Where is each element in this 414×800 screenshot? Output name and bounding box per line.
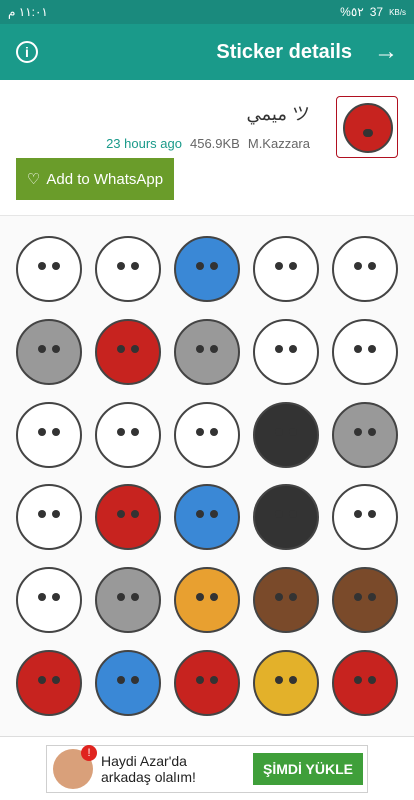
status-time: ١١:٠١ م [8,5,48,19]
sticker [252,566,319,633]
sticker-cell[interactable] [168,311,247,394]
page-title: Sticker details [216,40,352,63]
sticker-cell[interactable] [10,311,89,394]
status-bar: ١١:٠١ م %٥٢ 37 KB/s [0,0,414,24]
sticker-cell[interactable] [10,228,89,311]
sticker [95,484,162,551]
battery-percent: %٥٢ [340,5,364,19]
ad-badge: ! [81,745,97,761]
thumbnail-sticker [343,103,393,153]
sticker-cell[interactable] [246,476,325,559]
pack-name: ميمي ツ [246,104,311,124]
sticker-cell[interactable] [168,559,247,642]
sticker-grid [0,216,414,736]
sticker-cell[interactable] [89,476,168,559]
sticker-cell[interactable] [89,641,168,724]
install-button[interactable]: ŞİMDİ YÜKLE [253,753,363,785]
sticker-cell[interactable] [10,476,89,559]
sticker-cell[interactable] [325,228,404,311]
add-button-label: Add to WhatsApp [46,170,164,188]
sticker [331,236,398,303]
ad-avatar: ! [53,745,97,789]
sticker [252,649,319,716]
sticker-cell[interactable] [89,311,168,394]
sticker [95,649,162,716]
network-speed: 37 [369,5,384,19]
pack-size: 456.9KB [189,136,240,151]
ad-banner: ! Haydi Azar'da arkadaş olalım! ŞİMDİ YÜ… [0,736,414,800]
sticker-cell[interactable] [168,641,247,724]
sticker [16,401,83,468]
sticker [16,484,83,551]
heart-icon: ♡ [26,171,41,188]
sticker [252,401,319,468]
sticker-cell[interactable] [246,311,325,394]
sticker [173,236,240,303]
status-right: %٥٢ 37 KB/s [340,5,406,19]
add-to-whatsapp-button[interactable]: ♡ Add to WhatsApp [16,158,174,200]
pack-meta: 23 hours ago 456.9KB M.Kazzara [106,136,310,151]
network-unit: KB/s [389,7,406,17]
sticker [252,236,319,303]
sticker-cell[interactable] [10,393,89,476]
sticker-cell[interactable] [325,641,404,724]
sticker [95,236,162,303]
sticker-cell[interactable] [325,559,404,642]
sticker-cell[interactable] [168,476,247,559]
sticker [331,401,398,468]
sticker-cell[interactable] [325,311,404,394]
pack-author: M.Kazzara [247,136,310,151]
sticker-cell[interactable] [246,641,325,724]
sticker [16,649,83,716]
sticker [252,484,319,551]
sticker-cell[interactable] [325,476,404,559]
ad-text: Haydi Azar'da arkadaş olalım! [101,753,251,785]
sticker [173,649,240,716]
sticker [95,566,162,633]
sticker-cell[interactable] [168,393,247,476]
sticker-cell[interactable] [89,393,168,476]
ad-text-line2: arkadaş olalım! [101,769,196,785]
sticker [95,401,162,468]
pack-time: 23 hours ago [106,136,182,151]
sticker-cell[interactable] [10,559,89,642]
sticker [16,236,83,303]
sticker-cell[interactable] [325,393,404,476]
sticker-cell[interactable] [246,228,325,311]
sticker [95,318,162,385]
ad-content[interactable]: ! Haydi Azar'da arkadaş olalım! ŞİMDİ YÜ… [46,745,368,793]
sticker-cell[interactable] [168,228,247,311]
pack-thumbnail [336,96,398,158]
sticker [173,566,240,633]
sticker [252,318,319,385]
sticker-cell[interactable] [246,559,325,642]
sticker [173,484,240,551]
app-bar: i Sticker details → [0,24,414,80]
sticker [331,484,398,551]
sticker [331,318,398,385]
sticker [16,566,83,633]
sticker-cell[interactable] [89,559,168,642]
info-icon[interactable]: i [16,41,38,63]
sticker-cell[interactable] [246,393,325,476]
arrow-right-icon[interactable]: → [374,38,398,66]
sticker [331,649,398,716]
sticker [173,401,240,468]
sticker [331,566,398,633]
sticker [16,318,83,385]
sticker [173,318,240,385]
sticker-cell[interactable] [89,228,168,311]
ad-text-line1: Haydi Azar'da [101,753,187,769]
sticker-cell[interactable] [10,641,89,724]
